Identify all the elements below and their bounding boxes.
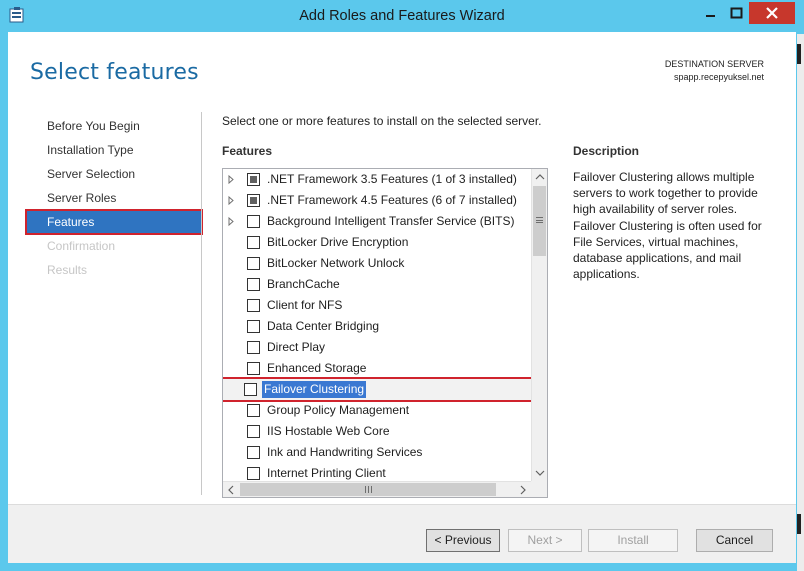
wizard-content: Select features DESTINATION SERVER spapp…	[8, 32, 796, 563]
nav-item-server-roles[interactable]: Server Roles	[26, 186, 202, 210]
scroll-right-button[interactable]	[515, 482, 531, 497]
expand-arrow-icon[interactable]	[226, 169, 238, 190]
horizontal-scrollbar[interactable]	[223, 481, 531, 497]
window-frame-left	[0, 32, 8, 571]
feature-label: Group Policy Management	[267, 403, 410, 417]
feature-label: Enhanced Storage	[267, 361, 367, 375]
feature-row[interactable]: BitLocker Drive Encryption	[223, 232, 531, 253]
feature-row[interactable]: Background Intelligent Transfer Service …	[223, 211, 531, 232]
maximize-icon	[730, 7, 743, 19]
feature-label: .NET Framework 3.5 Features (1 of 3 inst…	[267, 172, 517, 186]
feature-row[interactable]: BitLocker Network Unlock	[223, 253, 531, 274]
feature-row[interactable]: .NET Framework 4.5 Features (6 of 7 inst…	[223, 190, 531, 211]
feature-checkbox[interactable]	[247, 467, 260, 480]
feature-row[interactable]: Data Center Bridging	[223, 316, 531, 337]
feature-checkbox[interactable]	[247, 362, 260, 375]
background-window-edge	[797, 34, 804, 571]
feature-checkbox[interactable]	[247, 278, 260, 291]
chevron-left-icon	[228, 485, 234, 495]
chevron-down-icon	[535, 470, 545, 476]
feature-row[interactable]: .NET Framework 3.5 Features (1 of 3 inst…	[223, 169, 531, 190]
description-text: Failover Clustering allows multiple serv…	[573, 170, 762, 282]
description-heading: Description	[573, 144, 640, 158]
feature-row[interactable]: Direct Play	[223, 337, 531, 358]
scrollbar-corner	[531, 481, 547, 497]
feature-label: Internet Printing Client	[267, 466, 386, 480]
nav-item-installation-type[interactable]: Installation Type	[26, 138, 202, 162]
feature-checkbox[interactable]	[247, 425, 260, 438]
vertical-scrollbar[interactable]	[531, 169, 547, 481]
expand-arrow-icon[interactable]	[226, 211, 238, 232]
vertical-scroll-thumb[interactable]	[533, 186, 546, 256]
next-button[interactable]: Next >	[508, 529, 582, 552]
close-button[interactable]	[749, 2, 795, 24]
expand-arrow-icon[interactable]	[226, 190, 238, 211]
features-tree: .NET Framework 3.5 Features (1 of 3 inst…	[223, 169, 531, 481]
feature-label: BitLocker Network Unlock	[267, 256, 405, 270]
title-bar: Add Roles and Features Wizard	[0, 0, 804, 32]
feature-checkbox[interactable]	[247, 194, 260, 207]
destination-server-label: DESTINATION SERVER	[664, 59, 764, 69]
destination-server-value: spapp.recepyuksel.net	[673, 72, 764, 82]
feature-label: Data Center Bridging	[267, 319, 380, 333]
maximize-button[interactable]	[723, 2, 749, 24]
install-button[interactable]: Install	[588, 529, 678, 552]
close-icon	[766, 7, 778, 19]
wizard-nav: Before You Begin Installation Type Serve…	[25, 114, 203, 282]
feature-checkbox[interactable]	[247, 173, 260, 186]
chevron-up-icon	[535, 174, 545, 180]
page-title: Select features	[30, 60, 199, 85]
feature-row[interactable]: Ink and Handwriting Services	[223, 442, 531, 463]
feature-checkbox[interactable]	[247, 404, 260, 417]
window-frame-bottom	[0, 563, 804, 571]
window-title: Add Roles and Features Wizard	[299, 8, 505, 24]
feature-label: BitLocker Drive Encryption	[267, 235, 409, 249]
horizontal-scroll-thumb[interactable]	[240, 483, 496, 496]
previous-button[interactable]: < Previous	[426, 529, 500, 552]
minimize-icon	[706, 15, 715, 17]
feature-row[interactable]: Failover Clustering	[223, 377, 531, 402]
nav-item-results: Results	[47, 263, 88, 277]
scroll-down-button[interactable]	[532, 465, 547, 481]
feature-checkbox[interactable]	[247, 257, 260, 270]
feature-label: Ink and Handwriting Services	[267, 445, 423, 459]
feature-label: BranchCache	[267, 277, 340, 291]
scroll-up-button[interactable]	[532, 169, 547, 185]
feature-checkbox[interactable]	[247, 446, 260, 459]
feature-label: Failover Clustering	[262, 381, 367, 398]
minimize-button[interactable]	[697, 2, 723, 24]
feature-label: Background Intelligent Transfer Service …	[267, 214, 515, 228]
feature-row[interactable]: Group Policy Management	[223, 400, 531, 421]
feature-checkbox[interactable]	[247, 236, 260, 249]
feature-label: IIS Hostable Web Core	[267, 424, 390, 438]
feature-row[interactable]: Client for NFS	[223, 295, 531, 316]
nav-item-features[interactable]: Features	[25, 209, 203, 235]
feature-row[interactable]: IIS Hostable Web Core	[223, 421, 531, 442]
instructions-text: Select one or more features to install o…	[222, 114, 542, 128]
feature-row[interactable]: Internet Printing Client	[223, 463, 531, 481]
features-heading: Features	[222, 144, 273, 158]
nav-item-confirmation: Confirmation	[47, 239, 116, 253]
feature-checkbox[interactable]	[247, 299, 260, 312]
feature-label: .NET Framework 4.5 Features (6 of 7 inst…	[267, 193, 517, 207]
feature-checkbox[interactable]	[247, 215, 260, 228]
feature-checkbox[interactable]	[247, 320, 260, 333]
nav-item-server-selection[interactable]: Server Selection	[26, 162, 202, 186]
nav-item-before-you-begin[interactable]: Before You Begin	[26, 114, 202, 138]
feature-label: Direct Play	[267, 340, 326, 354]
chevron-right-icon	[520, 485, 526, 495]
feature-label: Client for NFS	[267, 298, 343, 312]
feature-row[interactable]: Enhanced Storage	[223, 358, 531, 379]
scroll-left-button[interactable]	[223, 482, 239, 497]
feature-row[interactable]: BranchCache	[223, 274, 531, 295]
nav-divider	[201, 112, 202, 495]
cancel-button[interactable]: Cancel	[696, 529, 773, 552]
feature-checkbox[interactable]	[244, 383, 257, 396]
wizard-footer: < Previous Next > Install Cancel	[8, 504, 796, 563]
feature-checkbox[interactable]	[247, 341, 260, 354]
features-list[interactable]: .NET Framework 3.5 Features (1 of 3 inst…	[222, 168, 548, 498]
